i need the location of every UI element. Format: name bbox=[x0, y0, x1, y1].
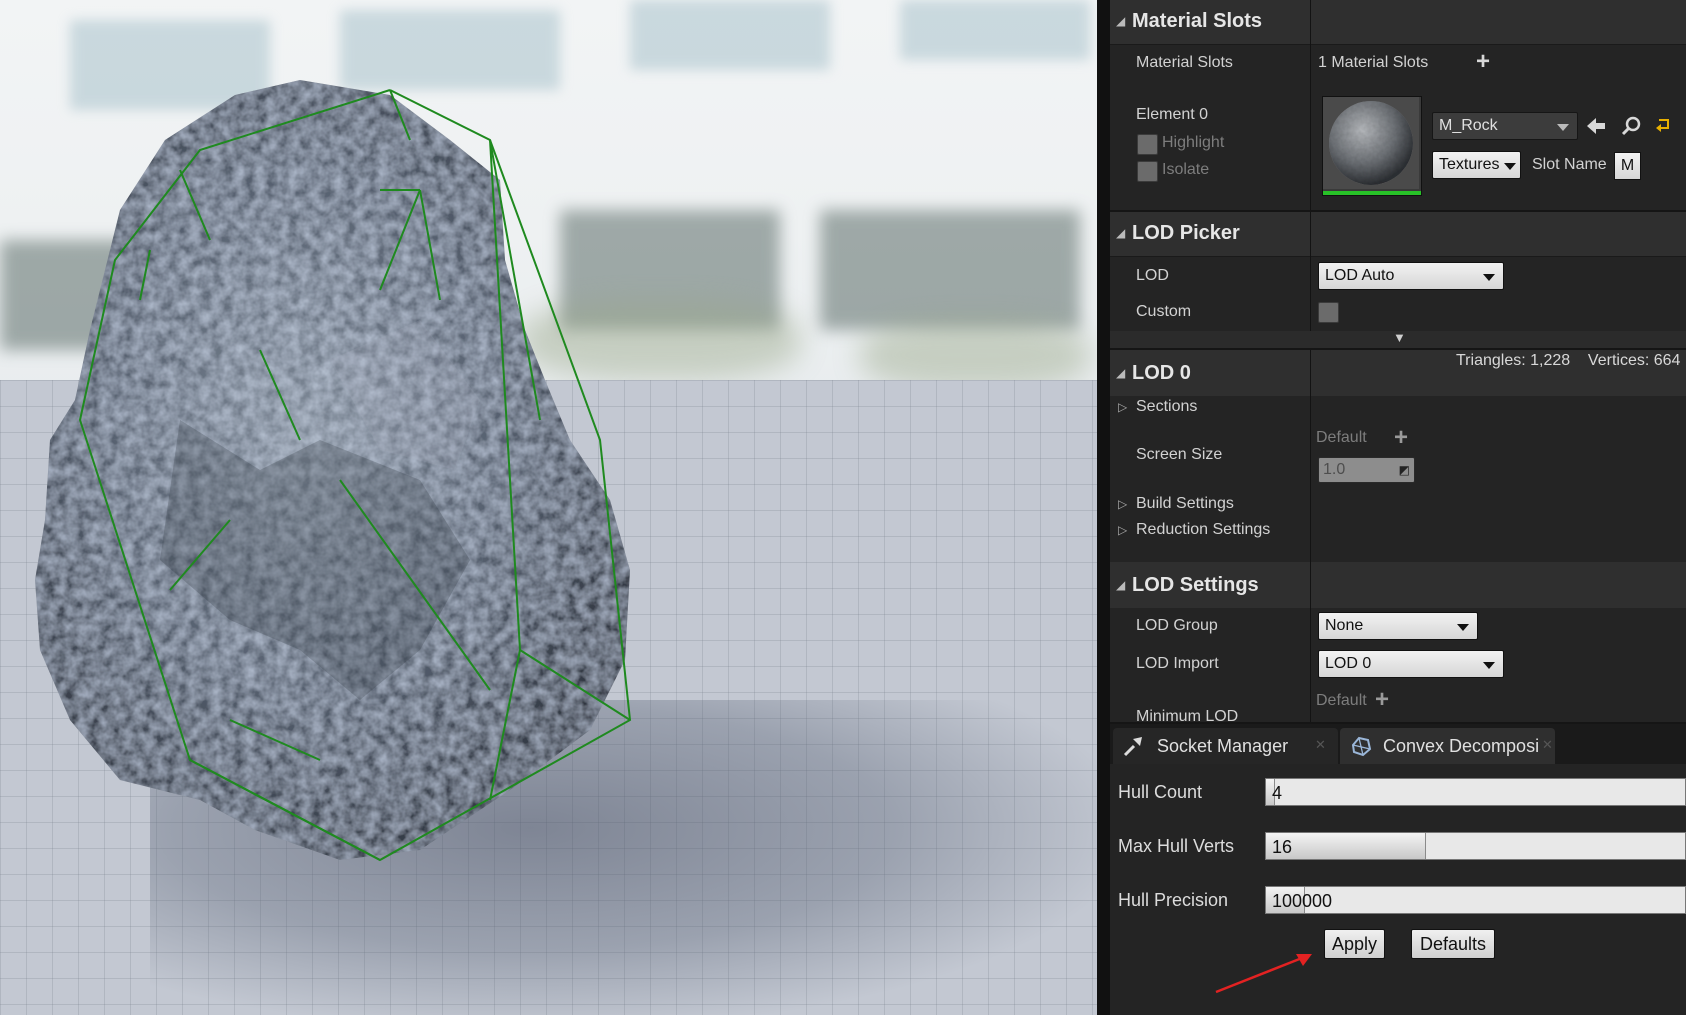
lod-label: LOD bbox=[1136, 267, 1169, 284]
sections-label[interactable]: Sections bbox=[1136, 398, 1197, 416]
default-label: Default bbox=[1316, 692, 1367, 709]
expand-arrow-icon[interactable]: ▷ bbox=[1118, 523, 1127, 537]
hull-count-slider[interactable]: 4 bbox=[1265, 778, 1686, 806]
screen-size-field[interactable]: 1.0 ◩ bbox=[1318, 457, 1415, 483]
collapse-arrow-icon: ◢ bbox=[1116, 578, 1126, 592]
lod-group-label: LOD Group bbox=[1136, 617, 1218, 634]
highlight-label: Highlight bbox=[1162, 134, 1225, 151]
material-select[interactable]: M_Rock bbox=[1432, 112, 1578, 140]
category-title: LOD Settings bbox=[1132, 574, 1259, 596]
reset-icon[interactable] bbox=[1655, 117, 1673, 133]
reduction-settings-label[interactable]: Reduction Settings bbox=[1136, 521, 1270, 539]
material-slots-label: Material Slots bbox=[1136, 54, 1233, 71]
apply-button[interactable]: Apply bbox=[1324, 929, 1385, 959]
element-label: Element 0 bbox=[1136, 106, 1209, 123]
isolate-checkbox[interactable] bbox=[1137, 161, 1158, 182]
chevron-down-icon bbox=[1504, 163, 1516, 170]
chevron-down-icon bbox=[1483, 274, 1495, 281]
plus-icon[interactable]: + bbox=[1394, 426, 1408, 450]
custom-checkbox[interactable] bbox=[1318, 302, 1339, 323]
lod-import-value: LOD 0 bbox=[1325, 655, 1372, 672]
hull-precision-label: Hull Precision bbox=[1118, 890, 1229, 910]
chevron-down-icon bbox=[1557, 124, 1569, 131]
category-title: Material Slots bbox=[1132, 10, 1263, 32]
chevron-down-icon bbox=[1483, 662, 1495, 669]
expand-arrow-icon[interactable]: ▷ bbox=[1118, 497, 1127, 511]
isolate-label: Isolate bbox=[1162, 161, 1210, 178]
plus-icon[interactable]: + bbox=[1375, 688, 1389, 712]
spin-icon: ◩ bbox=[1398, 463, 1410, 477]
annotation-arrow bbox=[1215, 954, 1312, 994]
rock-mesh bbox=[35, 80, 632, 862]
slot-name-label: Slot Name bbox=[1532, 156, 1607, 173]
material-select-value: M_Rock bbox=[1439, 117, 1498, 134]
max-hull-verts-slider[interactable]: 16 bbox=[1265, 832, 1686, 860]
tab-socket-manager[interactable]: Socket Manager ✕ bbox=[1113, 728, 1338, 764]
tab-convex-decomposition[interactable]: Convex Decomposi ✕ bbox=[1340, 728, 1555, 764]
minimum-lod-label: Minimum LOD bbox=[1136, 708, 1239, 722]
hull-precision-slider[interactable]: 100000 bbox=[1265, 886, 1686, 914]
defaults-button[interactable]: Defaults bbox=[1411, 929, 1495, 959]
max-hull-verts-value: 16 bbox=[1272, 837, 1293, 857]
expand-arrow-icon: ▼ bbox=[1393, 330, 1406, 345]
viewport[interactable] bbox=[0, 0, 1097, 1015]
slot-name-field[interactable]: M bbox=[1614, 152, 1641, 180]
textures-dropdown[interactable]: Textures bbox=[1432, 151, 1521, 179]
lod-import-dropdown[interactable]: LOD 0 bbox=[1318, 650, 1504, 678]
screen-size-value: 1.0 bbox=[1323, 461, 1346, 478]
build-settings-label[interactable]: Build Settings bbox=[1136, 495, 1234, 513]
category-lod-picker[interactable]: ◢ LOD Picker bbox=[1110, 212, 1686, 257]
tab-label: Convex Decomposi bbox=[1383, 736, 1540, 756]
convex-icon bbox=[1351, 736, 1372, 757]
default-label: Default bbox=[1316, 429, 1367, 446]
plus-icon[interactable]: + bbox=[1476, 50, 1490, 74]
material-slots-count: 1 Material Slots bbox=[1318, 54, 1429, 71]
category-lod-settings[interactable]: ◢ LOD Settings bbox=[1110, 562, 1686, 609]
tab-label: Socket Manager bbox=[1157, 736, 1289, 756]
category-title: LOD Picker bbox=[1132, 222, 1240, 244]
max-hull-verts-label: Max Hull Verts bbox=[1118, 836, 1235, 856]
highlight-checkbox[interactable] bbox=[1137, 134, 1158, 155]
material-thumbnail[interactable] bbox=[1322, 96, 1422, 196]
advanced-expander[interactable]: ▼ bbox=[1110, 330, 1686, 348]
collapse-arrow-icon: ◢ bbox=[1116, 366, 1126, 380]
custom-label: Custom bbox=[1136, 303, 1192, 320]
lod-import-label: LOD Import bbox=[1136, 655, 1219, 672]
lod0-stats: Triangles: 1,228 Vertices: 664 bbox=[1456, 352, 1681, 369]
lod-dropdown[interactable]: LOD Auto bbox=[1318, 262, 1504, 290]
socket-icon bbox=[1123, 737, 1142, 757]
search-icon[interactable] bbox=[1620, 115, 1642, 137]
hull-precision-value: 100000 bbox=[1272, 891, 1333, 911]
lod-group-dropdown[interactable]: None bbox=[1318, 612, 1478, 640]
rock-material-sphere-icon bbox=[1323, 97, 1419, 189]
expand-arrow-icon[interactable]: ▷ bbox=[1118, 400, 1127, 414]
close-icon[interactable]: ✕ bbox=[1542, 737, 1553, 753]
back-arrow-icon[interactable] bbox=[1585, 116, 1607, 136]
hull-count-value: 4 bbox=[1272, 783, 1283, 803]
close-icon[interactable]: ✕ bbox=[1315, 737, 1326, 753]
hull-count-label: Hull Count bbox=[1118, 782, 1203, 802]
minimum-lod-row: Minimum LOD bbox=[1110, 706, 1310, 722]
lod-group-value: None bbox=[1325, 617, 1364, 634]
collapse-arrow-icon: ◢ bbox=[1116, 226, 1126, 240]
textures-label: Textures bbox=[1439, 156, 1500, 173]
screen-size-label: Screen Size bbox=[1136, 446, 1223, 463]
category-title: LOD 0 bbox=[1132, 362, 1191, 384]
chevron-down-icon bbox=[1457, 624, 1469, 631]
category-material-slots[interactable]: ◢ Material Slots bbox=[1110, 0, 1686, 45]
collapse-arrow-icon: ◢ bbox=[1116, 14, 1126, 28]
lod-dropdown-value: LOD Auto bbox=[1325, 267, 1395, 284]
